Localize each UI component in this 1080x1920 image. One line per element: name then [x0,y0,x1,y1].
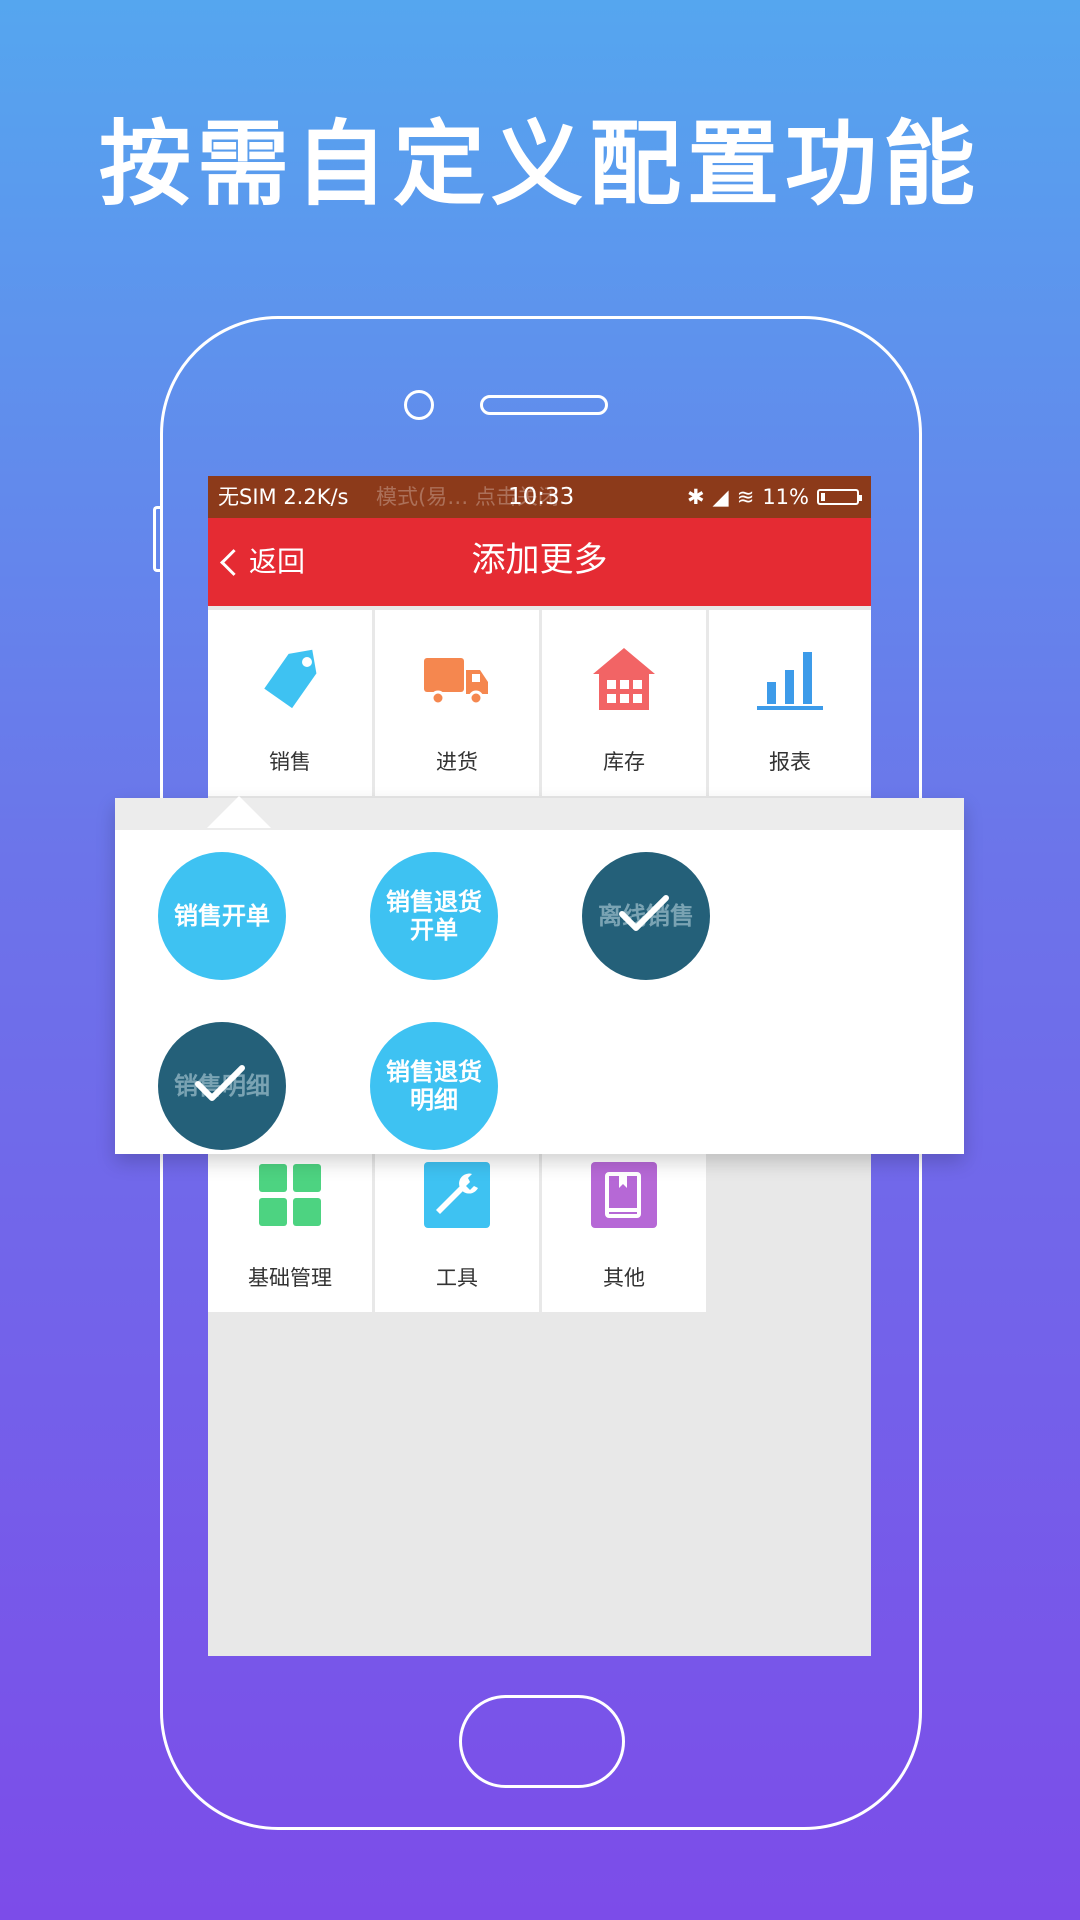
checkmark-icon [619,895,669,931]
grid-item-reports[interactable]: 报表 [709,610,871,796]
sales-submenu-panel: 销售开单 销售退货开单 离线销售 销售明细 销售退货明细 [115,796,964,1154]
grid-item-label: 进货 [436,750,478,774]
back-button[interactable]: 返回 [218,518,305,606]
tag-icon [264,649,317,709]
book-icon [591,1162,657,1228]
title-bar: 添加更多 返回 [208,518,871,606]
phone-camera [404,390,434,420]
status-right: ✱ ◢ ≋ 11% [686,476,862,518]
grid-item-label: 基础管理 [248,1266,332,1290]
submenu-item-offline-sales[interactable]: 离线销售 [582,852,710,980]
submenu-item-label: 销售开单 [174,902,270,930]
grid-icon [259,1164,321,1226]
submenu-item-sales-return-order[interactable]: 销售退货开单 [370,852,498,980]
bluetooth-icon: ✱ [686,485,705,509]
grid-item-purchase[interactable]: 进货 [375,610,539,796]
grid-item-label: 库存 [603,750,645,774]
submenu-item-sales-detail[interactable]: 销售明细 [158,1022,286,1150]
phone-home-button [459,1695,625,1788]
warehouse-icon [593,648,655,710]
grid-item-label: 报表 [769,750,811,774]
phone-speaker [480,395,608,415]
back-label: 返回 [249,545,306,578]
submenu-item-label: 销售退货开单 [386,888,482,944]
bar-chart-icon [757,652,823,710]
chevron-left-icon [220,548,247,576]
battery-icon [817,489,862,505]
grid-item-label: 销售 [269,750,311,774]
battery-percent: 11% [762,485,809,509]
truck-icon [424,658,488,706]
grid-item-label: 工具 [436,1266,478,1290]
grid-item-label: 其他 [603,1266,645,1290]
status-network: 无SIM 2.2K/s [218,485,349,509]
status-time: 10:33 [508,484,575,510]
submenu-item-label: 销售退货明细 [386,1058,482,1114]
grid-item-sales[interactable]: 销售 [208,610,372,796]
wrench-icon [424,1162,490,1228]
wifi-icon: ≋ [736,485,755,509]
promo-headline: 按需自定义配置功能 [98,111,981,218]
submenu-item-sales-return-detail[interactable]: 销售退货明细 [370,1022,498,1150]
submenu-item-sales-order[interactable]: 销售开单 [158,852,286,980]
grid-item-inventory[interactable]: 库存 [542,610,706,796]
mute-icon: ◢ [712,485,729,509]
panel-pointer [207,796,271,828]
status-bar: 无SIM 2.2K/s 模式(易… 点击关闭 10:33 ✱ ◢ ≋ 11% [208,476,871,518]
phone-side-button [153,506,161,572]
page-title: 添加更多 [471,540,608,580]
checkmark-icon [195,1065,245,1101]
